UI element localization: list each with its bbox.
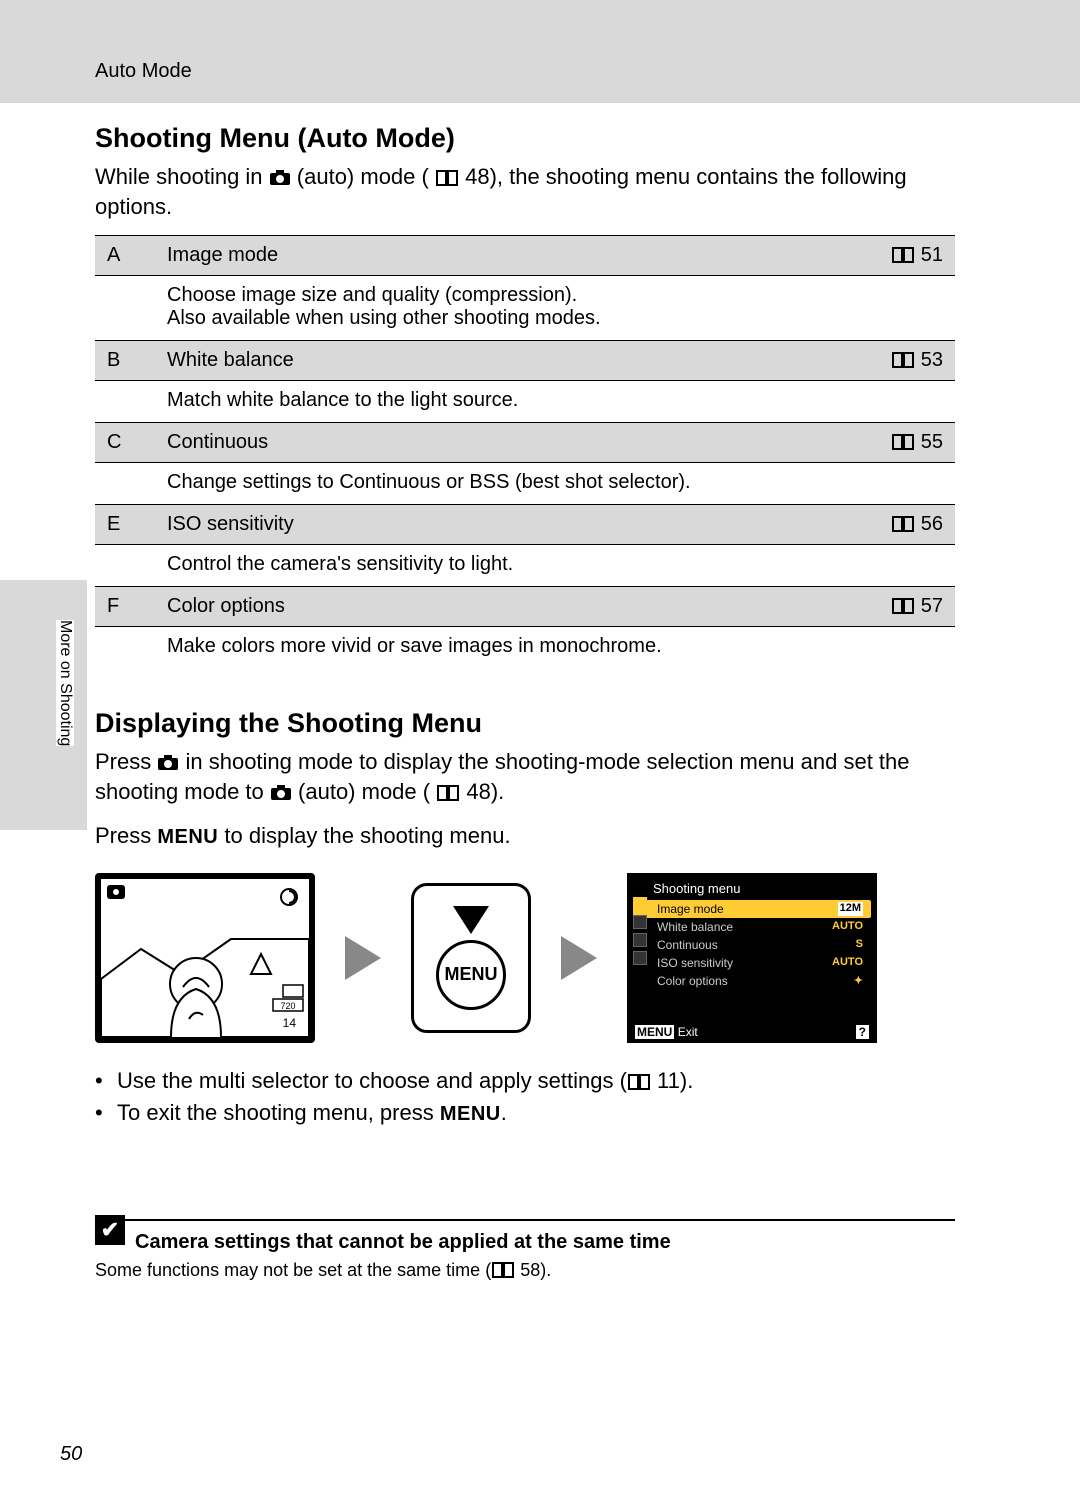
section1-title: Shooting Menu (Auto Mode) <box>95 123 955 154</box>
menu-label-inline: MENU <box>440 1103 501 1125</box>
svg-text:14: 14 <box>283 1016 297 1030</box>
camera-icon <box>157 749 179 767</box>
option-letter: F <box>95 587 155 627</box>
bullet-list: Use the multi selector to choose and app… <box>95 1065 955 1129</box>
menu-lcd-row: Color options✦ <box>633 972 871 990</box>
option-header: BWhite balance 53 <box>95 341 955 381</box>
menu-tab-icon <box>633 951 647 965</box>
arrow-right-icon <box>561 936 597 980</box>
option-desc: Choose image size and quality (compressi… <box>95 276 955 341</box>
book-icon <box>627 1068 651 1086</box>
menu-lcd-row: ISO sensitivityAUTO <box>633 954 871 972</box>
breadcrumb: Auto Mode <box>0 0 1080 103</box>
book-icon <box>891 246 915 264</box>
option-desc: Match white balance to the light source. <box>95 381 955 423</box>
breadcrumb-text: Auto Mode <box>95 60 192 82</box>
option-desc: Change settings to Continuous or BSS (be… <box>95 463 955 505</box>
note-body: Some functions may not be set at the sam… <box>95 1260 955 1281</box>
option-desc: Control the camera's sensitivity to ligh… <box>95 545 955 587</box>
menu-button-diagram: MENU <box>411 883 531 1033</box>
option-pageref: 55 <box>865 423 955 463</box>
option-letter: C <box>95 423 155 463</box>
section2-p1: Press in shooting mode to display the sh… <box>95 747 955 806</box>
book-icon <box>891 515 915 533</box>
option-header: FColor options 57 <box>95 587 955 627</box>
option-name: ISO sensitivity <box>155 505 865 545</box>
option-pageref: 53 <box>865 341 955 381</box>
option-desc: Make colors more vivid or save images in… <box>95 627 955 669</box>
options-table: AImage mode 51Choose image size and qual… <box>95 235 955 668</box>
option-name: Image mode <box>155 236 865 276</box>
bullet-item: To exit the shooting menu, press MENU. <box>95 1097 955 1129</box>
option-name: Continuous <box>155 423 865 463</box>
menu-tab-icon <box>633 933 647 947</box>
lcd-preview: 14 720 <box>95 873 315 1043</box>
bullet-item: Use the multi selector to choose and app… <box>95 1065 955 1097</box>
menu-circle-label: MENU <box>436 940 506 1010</box>
page-number: 50 <box>60 1443 82 1466</box>
book-icon <box>436 780 460 798</box>
book-icon <box>435 165 459 183</box>
menu-label-inline: MENU <box>157 826 218 848</box>
camera-icon <box>269 164 291 182</box>
svg-text:720: 720 <box>280 1001 295 1011</box>
option-header: EISO sensitivity 56 <box>95 505 955 545</box>
book-icon <box>891 351 915 369</box>
option-name: Color options <box>155 587 865 627</box>
arrow-right-icon <box>345 936 381 980</box>
book-icon <box>491 1261 515 1279</box>
option-letter: A <box>95 236 155 276</box>
camera-icon <box>270 779 292 797</box>
menu-lcd-title: Shooting menu <box>633 879 871 900</box>
menu-tab-icon <box>633 915 647 929</box>
option-pageref: 51 <box>865 236 955 276</box>
check-icon: ✔ <box>95 1215 125 1245</box>
arrow-down-icon <box>453 906 489 934</box>
section1-intro: While shooting in (auto) mode ( 48), the… <box>95 162 955 221</box>
book-icon <box>891 433 915 451</box>
menu-lcd-row: White balanceAUTO <box>633 918 871 936</box>
diagram-row: 14 720 MENU Shooting menu <box>95 873 955 1043</box>
section2-p2: Press MENU to display the shooting menu. <box>95 821 955 851</box>
option-header: CContinuous 55 <box>95 423 955 463</box>
menu-lcd-preview: Shooting menu Image mode12MWhite balance… <box>627 873 877 1043</box>
note-title-text: Camera settings that cannot be applied a… <box>135 1231 671 1254</box>
option-letter: B <box>95 341 155 381</box>
menu-tab-icon <box>633 897 647 911</box>
option-pageref: 56 <box>865 505 955 545</box>
option-name: White balance <box>155 341 865 381</box>
side-tab-label: More on Shooting <box>56 620 74 746</box>
section2-title: Displaying the Shooting Menu <box>95 708 955 739</box>
menu-lcd-row: Image mode12M <box>633 900 871 918</box>
book-icon <box>891 597 915 615</box>
menu-lcd-row: ContinuousS <box>633 936 871 954</box>
note-box: ✔ Camera settings that cannot be applied… <box>95 1219 955 1281</box>
option-letter: E <box>95 505 155 545</box>
option-header: AImage mode 51 <box>95 236 955 276</box>
option-pageref: 57 <box>865 587 955 627</box>
